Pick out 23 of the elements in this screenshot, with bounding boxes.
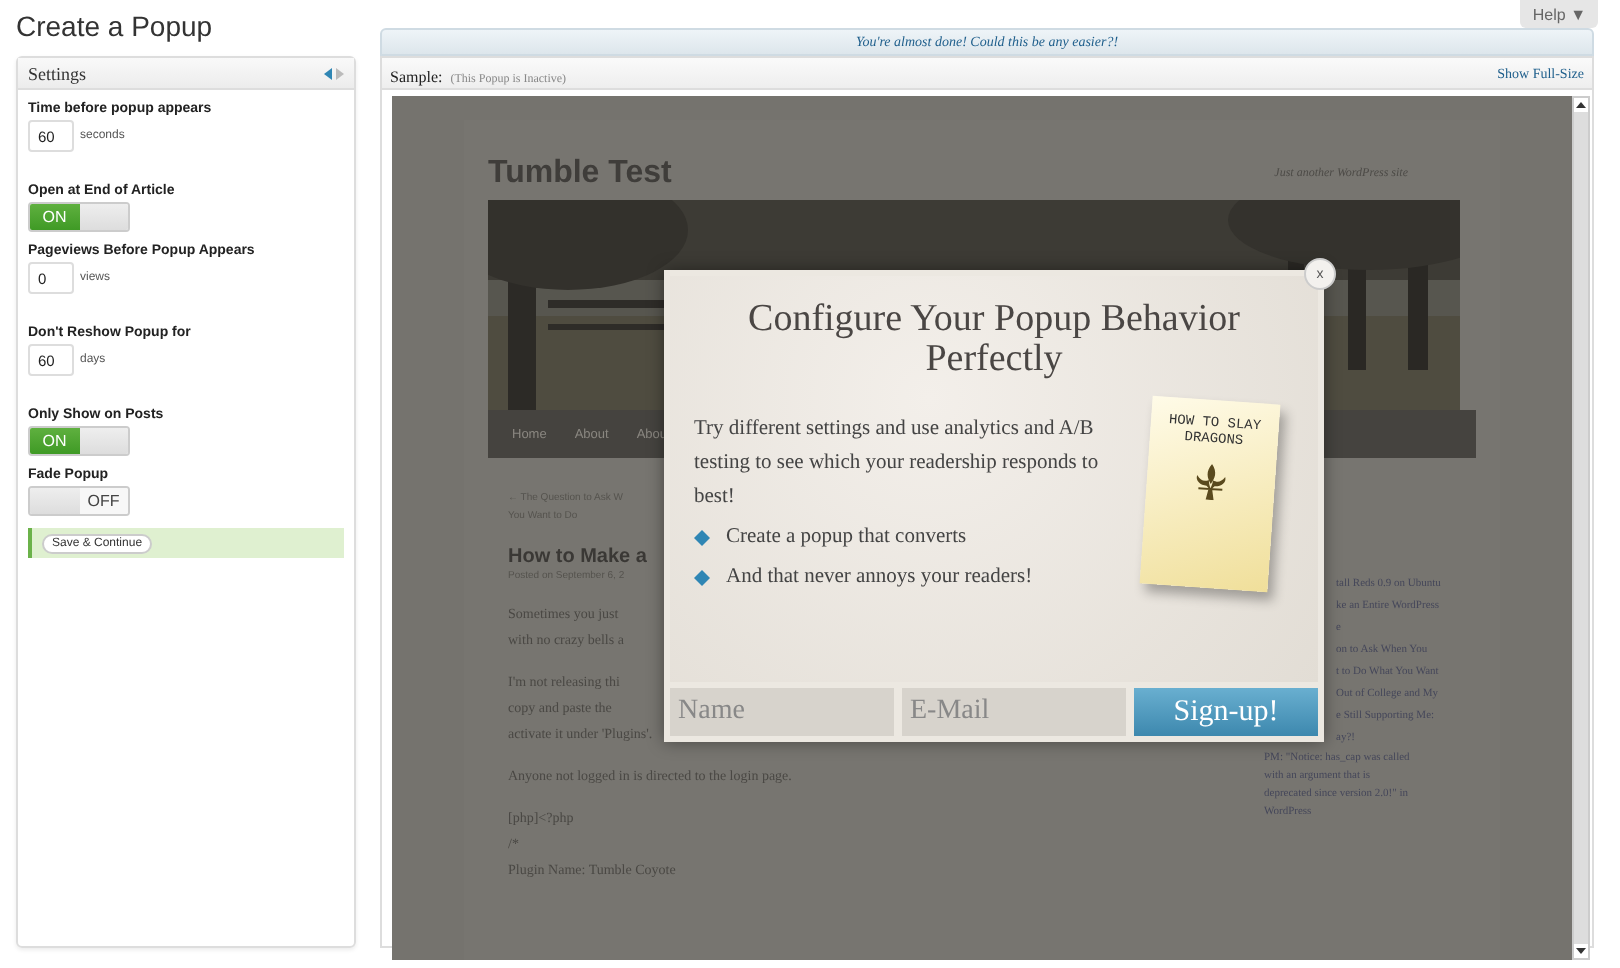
scroll-down-icon[interactable] — [1574, 944, 1588, 958]
scrollbar[interactable] — [1572, 96, 1590, 960]
popup-heading: Configure Your Popup Behavior Perfectly — [746, 300, 1242, 380]
email-field[interactable]: E-Mail — [902, 688, 1126, 736]
page-title: Create a Popup — [16, 10, 215, 44]
diamond-bullet-icon — [694, 530, 710, 546]
popup-text: Try different settings and use analytics and A/B testing to see which your readership responds to best! — [694, 416, 1101, 512]
name-field[interactable]: Name — [670, 688, 894, 736]
bullet-text: Create a popup that converts — [726, 524, 967, 552]
bullet-text: And that never annoys your readers! — [726, 564, 1033, 592]
toggle-switch[interactable]: ON — [28, 202, 130, 232]
collapse-arrow-icon[interactable] — [324, 67, 344, 79]
fleur-de-lis-icon — [1193, 462, 1229, 502]
scroll-up-icon[interactable] — [1574, 98, 1588, 112]
post-title: How to Make a — [508, 546, 647, 568]
toggle-switch[interactable]: OFF — [28, 486, 130, 516]
help-button[interactable]: Help ▼ — [1520, 0, 1598, 28]
site-title: Tumble Test — [488, 156, 672, 192]
diamond-bullet-icon — [694, 570, 710, 586]
panel-title: Sample: — [390, 67, 443, 85]
toggle-switch[interactable]: ON — [28, 426, 130, 456]
panel-title: Settings — [28, 63, 87, 83]
signup-button[interactable]: Sign-up! — [1134, 688, 1318, 736]
